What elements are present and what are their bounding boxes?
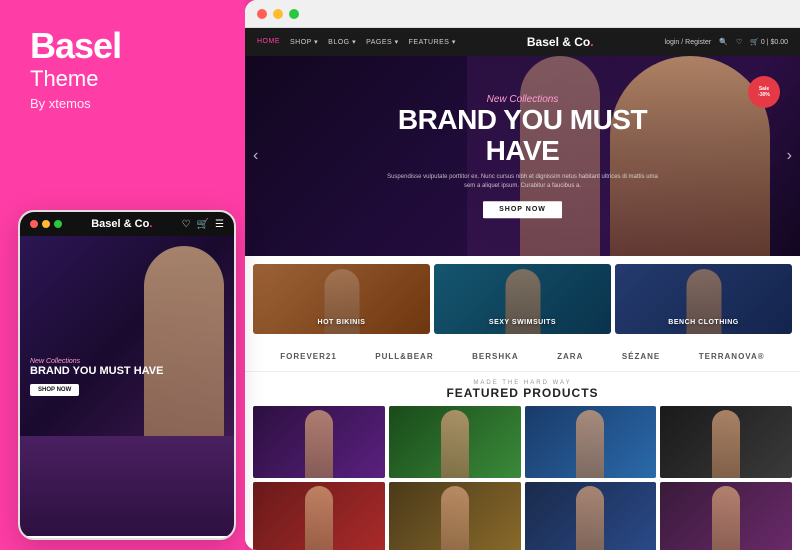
prod-figure-1 (305, 410, 333, 478)
product-card-6[interactable] (389, 482, 521, 550)
brand-zara[interactable]: ZARA (557, 352, 583, 361)
brand-pullbear[interactable]: PULL&BEAR (375, 352, 433, 361)
hero-content: New Collections BRAND YOU MUST HAVE Susp… (383, 94, 663, 218)
dot-red (30, 220, 38, 228)
nav-home[interactable]: HOME (257, 38, 280, 46)
next-slide-button[interactable]: › (787, 147, 792, 165)
cat-label-2: SEXY SWIMSUITS (489, 319, 556, 326)
desktop-mockup: HOME SHOP ▾ BLOG ▾ PAGES ▾ FEATURES ▾ Ba… (245, 0, 800, 550)
hero-banner: New Collections BRAND YOU MUST HAVE Susp… (245, 56, 800, 256)
prod-figure-3 (576, 410, 604, 478)
site-logo-dot: . (590, 35, 593, 49)
dot-green (54, 220, 62, 228)
category-section: HOT BIKINIS SEXY SWIMSUITS BENCH CLOTHIN… (245, 256, 800, 342)
brand-terranova[interactable]: terranova® (699, 352, 765, 361)
product-card-8[interactable] (660, 482, 792, 550)
nav-pages[interactable]: PAGES ▾ (366, 38, 399, 46)
mobile-brand-text: BRAND YOU MUST HAVE (30, 365, 163, 378)
mobile-hero-figure (144, 246, 224, 436)
prod-figure-8 (712, 486, 740, 550)
prod-figure-2 (441, 410, 469, 478)
product-card-1[interactable] (253, 406, 385, 478)
wishlist-icon[interactable]: ♡ (736, 38, 742, 46)
dot-yellow (42, 220, 50, 228)
mobile-logo-dot: . (149, 218, 152, 230)
mobile-shop-now-button[interactable]: SHOP NOW (30, 384, 79, 396)
mobile-bottom-bg (20, 436, 234, 536)
site-nav: HOME SHOP ▾ BLOG ▾ PAGES ▾ FEATURES ▾ Ba… (245, 28, 800, 56)
product-card-5[interactable] (253, 482, 385, 550)
brand-title: Basel (30, 28, 215, 64)
category-sexy-swimsuits[interactable]: SEXY SWIMSUITS (434, 264, 611, 334)
website-content: HOME SHOP ▾ BLOG ▾ PAGES ▾ FEATURES ▾ Ba… (245, 28, 800, 550)
products-grid (253, 406, 792, 550)
hero-shop-now-button[interactable]: SHOP NOW (483, 201, 562, 218)
mobile-header: Basel & Co. ♡ 🛒 ☰ (20, 212, 234, 236)
heart-icon: ♡ (182, 219, 191, 230)
prod-figure-7 (576, 486, 604, 550)
brand-sezane[interactable]: SÉZANE (622, 352, 660, 361)
category-bench-clothing[interactable]: BENCH CLOTHING (615, 264, 792, 334)
mobile-mockup: Basel & Co. ♡ 🛒 ☰ New Collections BRAND … (18, 210, 236, 540)
product-card-7[interactable] (525, 482, 657, 550)
nav-left: HOME SHOP ▾ BLOG ▾ PAGES ▾ FEATURES ▾ (257, 38, 456, 46)
login-register-link[interactable]: login / Register (665, 39, 712, 46)
product-card-3[interactable] (525, 406, 657, 478)
featured-section: MADE THE HARD WAY FEATURED PRODUCTS (245, 372, 800, 550)
sale-badge: Sale -30% (748, 76, 780, 108)
mobile-new-collections: New Collections (30, 358, 163, 365)
featured-header: MADE THE HARD WAY FEATURED PRODUCTS (253, 380, 792, 400)
featured-title: FEATURED PRODUCTS (253, 386, 792, 400)
sale-discount: -30% (758, 92, 770, 98)
mobile-hero: New Collections BRAND YOU MUST HAVE SHOP… (20, 236, 234, 436)
hero-title: BRAND YOU MUST HAVE (383, 105, 663, 167)
prod-figure-5 (305, 486, 333, 550)
dt-dot-yellow (273, 9, 283, 19)
cart-icon[interactable]: 🛒 0 | $0.00 (750, 38, 788, 46)
mobile-hero-text: New Collections BRAND YOU MUST HAVE SHOP… (30, 358, 163, 396)
hero-subtitle: Suspendisse vulputate porttitor ex. Nunc… (383, 173, 663, 191)
left-panel: Basel Theme By xtemos Basel & Co. ♡ 🛒 ☰ … (0, 0, 245, 550)
mobile-dots (30, 220, 62, 228)
nav-blog[interactable]: BLOG ▾ (328, 38, 356, 46)
dt-dot-green (289, 9, 299, 19)
cat-label-3: BENCH CLOTHING (668, 319, 738, 326)
brand-subtitle: Theme (30, 66, 215, 92)
site-logo: Basel & Co. (527, 35, 594, 49)
search-icon[interactable]: 🔍 (719, 38, 728, 46)
cat-label-1: HOT BIKINIS (318, 319, 366, 326)
product-card-2[interactable] (389, 406, 521, 478)
prev-slide-button[interactable]: ‹ (253, 147, 258, 165)
brand-by: By xtemos (30, 96, 215, 111)
brand-forever21[interactable]: FOREVER21 (280, 352, 337, 361)
brands-row: FOREVER21 PULL&BEAR Bershka ZARA SÉZANE … (245, 342, 800, 372)
prod-figure-4 (712, 410, 740, 478)
nav-right: login / Register 🔍 ♡ 🛒 0 | $0.00 (665, 38, 788, 46)
cart-icon: 🛒 (197, 219, 209, 230)
prod-figure-6 (441, 486, 469, 550)
dt-dot-red (257, 9, 267, 19)
desktop-titlebar (245, 0, 800, 28)
category-hot-bikinis[interactable]: HOT BIKINIS (253, 264, 430, 334)
brand-bershka[interactable]: Bershka (472, 352, 519, 361)
nav-shop[interactable]: SHOP ▾ (290, 38, 318, 46)
mobile-logo: Basel & Co. (91, 218, 152, 230)
product-card-4[interactable] (660, 406, 792, 478)
mobile-icons: ♡ 🛒 ☰ (182, 219, 224, 230)
nav-features[interactable]: FEATURES ▾ (409, 38, 456, 46)
menu-icon: ☰ (215, 219, 224, 230)
